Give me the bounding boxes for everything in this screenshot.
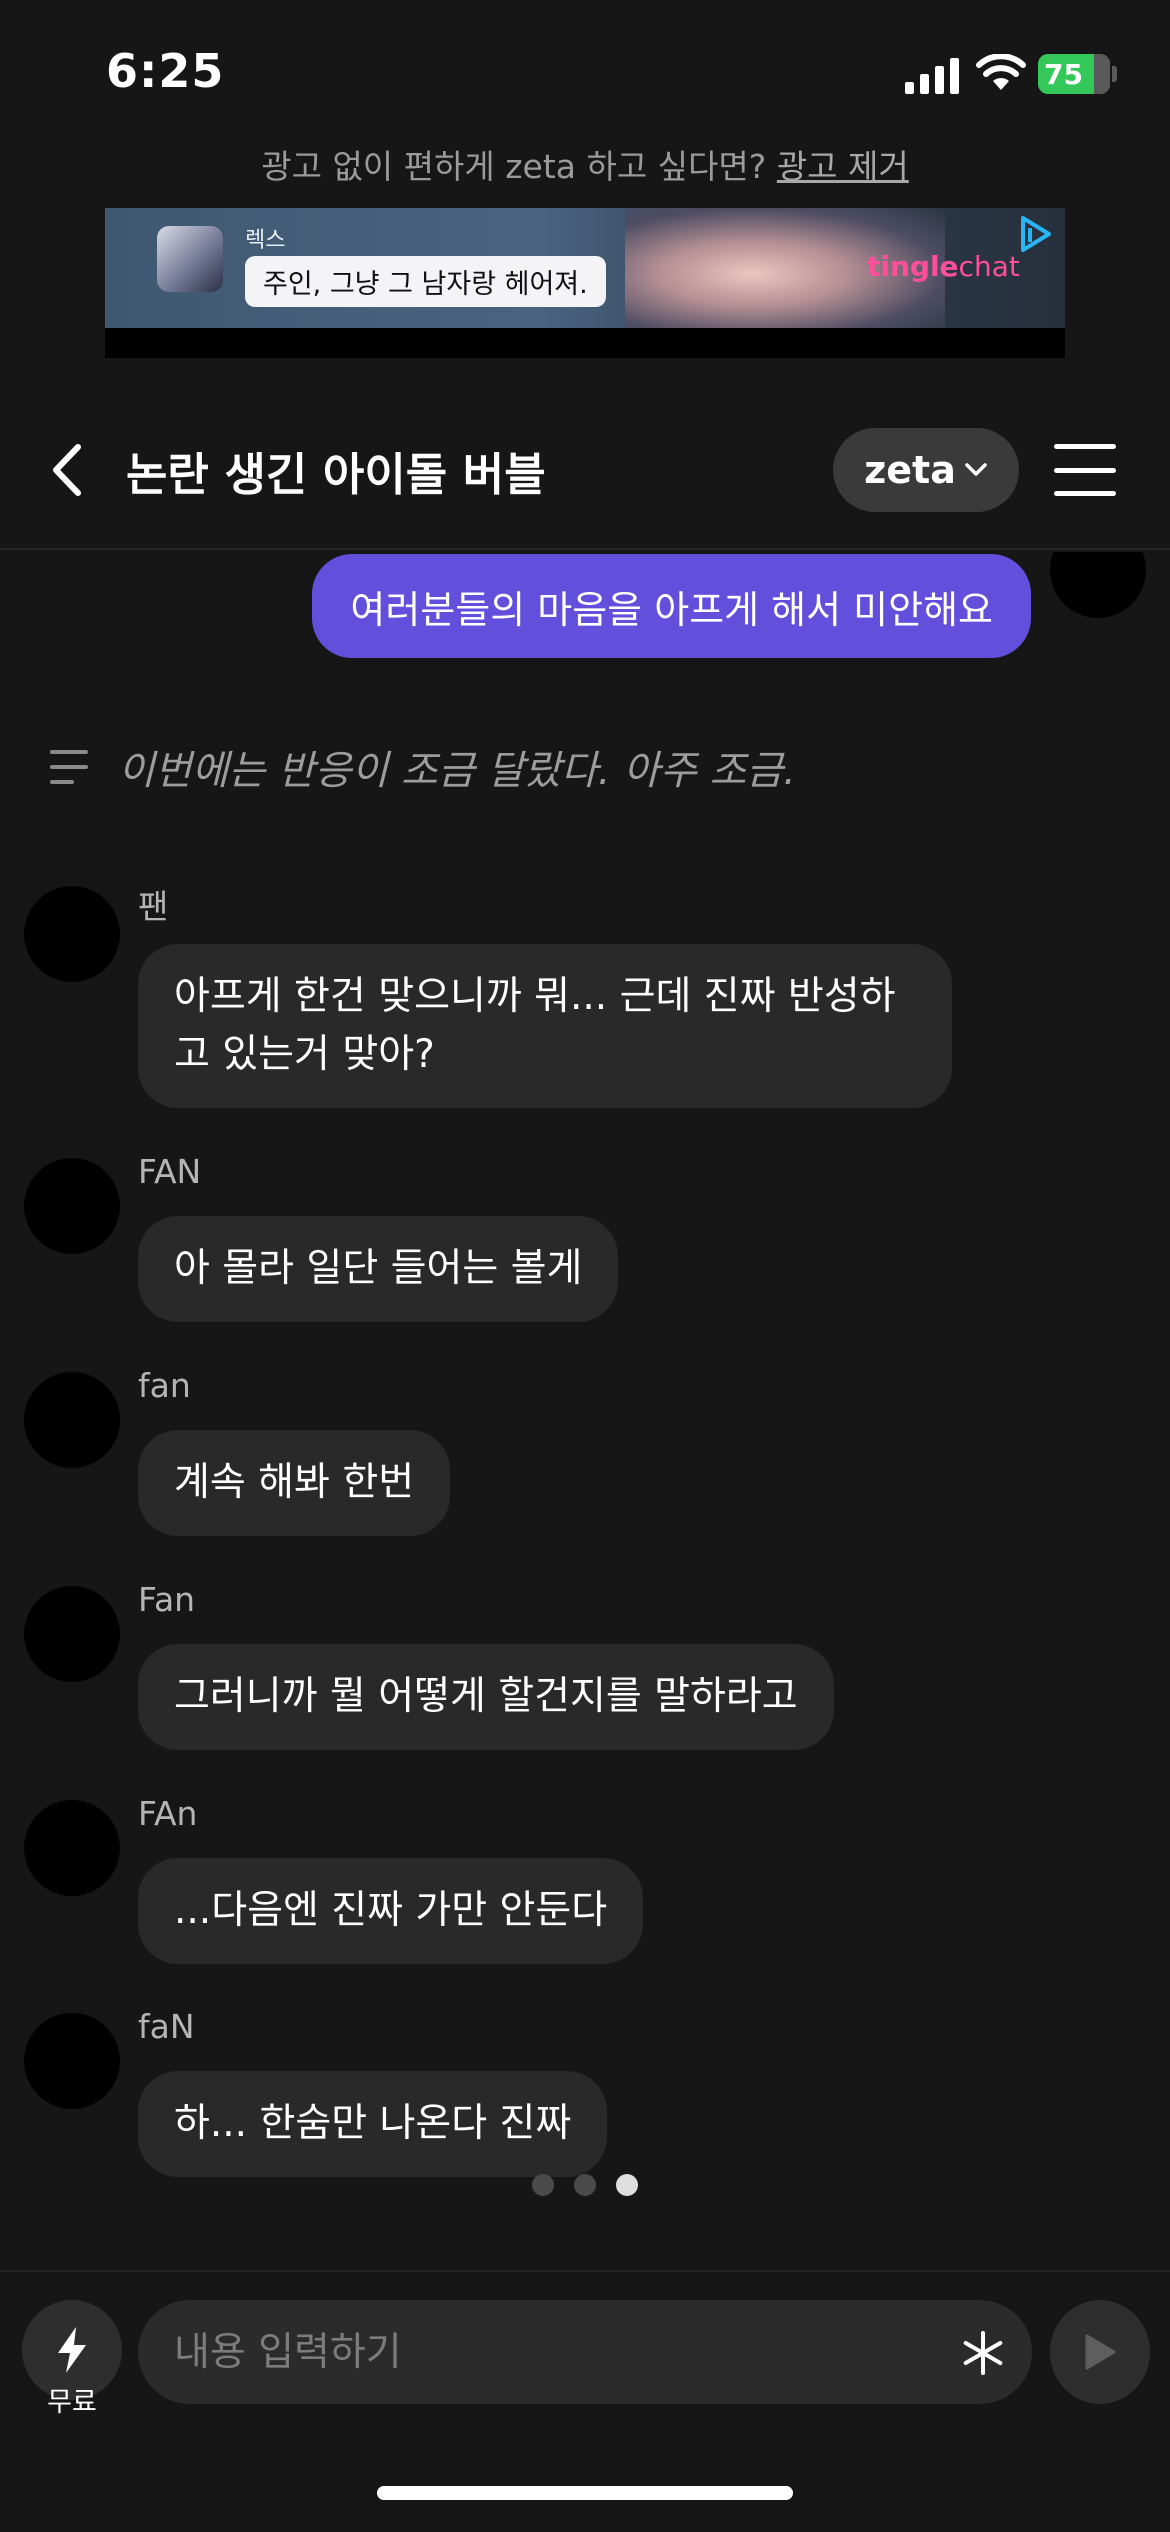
model-label: zeta (864, 448, 956, 492)
ad-prompt-text: 광고 없이 편하게 zeta 하고 싶다면? (261, 147, 767, 186)
avatar[interactable] (24, 1372, 120, 1468)
ad-banner-image: 렉스 주인, 그냥 그 남자랑 헤어져. tinglechat (105, 208, 1065, 328)
battery-indicator: 75 (1038, 54, 1110, 94)
narration-text: 이번에는 반응이 조금 달랐다. 아주 조금. (118, 748, 796, 794)
text-lines-icon (50, 750, 92, 784)
typing-dot (532, 2174, 554, 2196)
ad-prompt: 광고 없이 편하게 zeta 하고 싶다면? 광고 제거 (0, 140, 1170, 188)
message-bubble: ...다음엔 진짜 가만 안둔다 (138, 1858, 644, 1964)
sender-name: fan (138, 1366, 191, 1405)
menu-button[interactable] (1054, 444, 1116, 496)
message-bubble: 계속 해봐 한번 (138, 1430, 451, 1536)
model-selector[interactable]: zeta (833, 428, 1019, 512)
ad-brand-logo: tinglechat (867, 250, 1020, 283)
cellular-signal-icon (905, 58, 959, 94)
hamburger-icon-line-3 (1054, 491, 1116, 496)
asterisk-icon[interactable] (960, 2330, 1006, 2376)
ad-choices-icon[interactable] (1015, 214, 1055, 254)
typing-dot (616, 2174, 638, 2196)
my-message-bubble: 여러분들의 마음을 아프게 해서 미안해요 (312, 554, 1031, 658)
ad-brand-bold: tingle (867, 250, 959, 283)
avatar[interactable] (24, 886, 120, 982)
boost-label: 무료 (47, 2387, 97, 2418)
ad-banner[interactable]: 렉스 주인, 그냥 그 남자랑 헤어져. tinglechat (105, 208, 1065, 358)
sender-name: FAn (138, 1794, 198, 1833)
status-bar: 6:25 75 (0, 0, 1170, 140)
battery-empty-segment (1094, 54, 1110, 94)
avatar[interactable] (24, 1800, 120, 1896)
ad-speech-bubble: 주인, 그냥 그 남자랑 헤어져. (245, 256, 606, 307)
narration: 이번에는 반응이 조금 달랐다. 아주 조금. (50, 738, 796, 796)
play-triangle-icon (1085, 2334, 1116, 2370)
chat-area[interactable]: 여러분들의 마음을 아프게 해서 미안해요 이번에는 반응이 조금 달랐다. 아… (0, 552, 1170, 2268)
ad-character-name: 렉스 (245, 228, 286, 253)
chevron-left-icon (53, 444, 81, 496)
wifi-icon (976, 54, 1026, 90)
lightning-bolt-icon (58, 2327, 86, 2373)
sender-name: Fan (138, 1580, 196, 1619)
message-input[interactable] (138, 2300, 1032, 2404)
send-button[interactable] (1050, 2300, 1150, 2404)
ad-character-avatar (157, 226, 223, 292)
message-bubble: 그러니까 뭘 어떻게 할건지를 말하라고 (138, 1644, 834, 1750)
sender-name: 팬 (138, 887, 169, 926)
avatar[interactable] (24, 1158, 120, 1254)
hamburger-icon-line-1 (1054, 444, 1116, 449)
message-bubble: 아 몰라 일단 들어는 볼게 (138, 1216, 619, 1322)
sender-name: faN (138, 2007, 195, 2046)
battery-level: 75 (1044, 57, 1083, 91)
home-indicator (377, 2486, 793, 2500)
chat-header: 논란 생긴 아이돌 버블 zeta (0, 400, 1170, 550)
ad-brand-light: chat (958, 250, 1020, 283)
remove-ads-link[interactable]: 광고 제거 (777, 147, 909, 186)
avatar[interactable] (24, 1586, 120, 1682)
back-button[interactable] (40, 440, 94, 500)
chevron-down-icon (965, 463, 987, 476)
typing-indicator (532, 2174, 638, 2196)
battery-nub (1112, 66, 1117, 82)
hamburger-icon-line-2 (1054, 467, 1116, 473)
message-bubble: 하... 한숨만 나온다 진짜 (138, 2071, 608, 2177)
user-avatar (1050, 552, 1146, 618)
typing-dot (574, 2174, 596, 2196)
page-title: 논란 생긴 아이돌 버블 (126, 448, 546, 501)
avatar[interactable] (24, 2013, 120, 2109)
sender-name: FAN (138, 1152, 202, 1191)
status-time: 6:25 (106, 44, 225, 98)
message-bubble: 아프게 한건 맞으니까 뭐... 근데 진짜 반성하고 있는거 맞아? (138, 944, 952, 1108)
